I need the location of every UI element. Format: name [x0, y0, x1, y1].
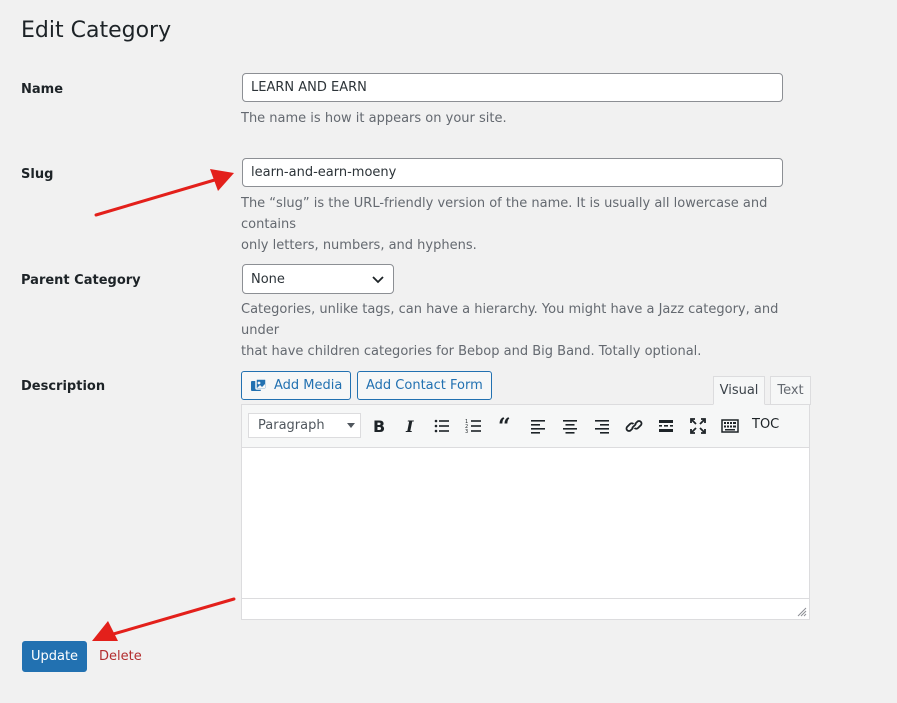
add-media-label: Add Media: [274, 378, 343, 393]
name-help-text: The name is how it appears on your site.: [241, 111, 507, 126]
tab-visual[interactable]: Visual: [713, 376, 765, 405]
annotation-arrow-update: [92, 597, 236, 641]
parent-category-label: Parent Category: [21, 273, 141, 288]
read-more-icon[interactable]: [655, 415, 677, 437]
slug-help-line-1: The “slug” is the URL-friendly version o…: [241, 196, 768, 232]
slug-help-line-2: only letters, numbers, and hyphens.: [241, 238, 477, 253]
svg-text:I: I: [405, 417, 414, 435]
slug-input[interactable]: [242, 158, 783, 187]
resize-handle-icon[interactable]: [797, 607, 807, 617]
slug-label: Slug: [21, 167, 54, 182]
add-media-button[interactable]: Add Media: [241, 371, 352, 400]
name-label: Name: [21, 82, 64, 97]
align-left-icon[interactable]: [527, 415, 549, 437]
name-input[interactable]: [242, 73, 783, 102]
parent-category-select[interactable]: None: [242, 264, 394, 294]
svg-text:3: 3: [465, 429, 468, 435]
add-contact-form-button[interactable]: Add Contact Form: [357, 371, 492, 400]
italic-icon[interactable]: I: [399, 415, 421, 437]
format-select-value: Paragraph: [258, 418, 325, 433]
chevron-down-icon: [372, 276, 384, 284]
align-right-icon[interactable]: [591, 415, 613, 437]
align-center-icon[interactable]: [559, 415, 581, 437]
bullet-list-icon[interactable]: [431, 415, 453, 437]
toolbar-toggle-icon[interactable]: [719, 415, 741, 437]
parent-help-line-1: Categories, unlike tags, can have a hier…: [241, 302, 779, 338]
update-button[interactable]: Update: [22, 641, 87, 672]
editor-toolbar: Paragraph B I 1 2 3 “ TOC: [242, 405, 809, 448]
svg-text:B: B: [373, 417, 385, 435]
numbered-list-icon[interactable]: 1 2 3: [463, 415, 485, 437]
add-contact-form-label: Add Contact Form: [366, 378, 483, 393]
tab-text[interactable]: Text: [770, 376, 811, 405]
description-editor: Paragraph B I 1 2 3 “ TOC: [241, 404, 810, 620]
parent-help-text: Categories, unlike tags, can have a hier…: [241, 299, 801, 362]
format-select[interactable]: Paragraph: [248, 413, 361, 438]
parent-help-line-2: that have children categories for Bebop …: [241, 344, 702, 359]
caret-down-icon: [347, 423, 355, 428]
fullscreen-icon[interactable]: [687, 415, 709, 437]
description-textarea[interactable]: [242, 448, 809, 600]
slug-help-text: The “slug” is the URL-friendly version o…: [241, 193, 801, 256]
page-title: Edit Category: [21, 18, 172, 43]
delete-link[interactable]: Delete: [99, 649, 142, 664]
blockquote-icon[interactable]: “: [495, 415, 517, 437]
description-label: Description: [21, 379, 106, 394]
editor-statusbar: [242, 598, 809, 619]
parent-category-value: None: [251, 271, 285, 287]
annotation-arrow-slug: [94, 169, 234, 217]
bold-icon[interactable]: B: [367, 415, 389, 437]
toc-button[interactable]: TOC: [752, 417, 779, 432]
media-icon: [251, 377, 267, 391]
link-icon[interactable]: [623, 415, 645, 437]
svg-text:“: “: [498, 417, 511, 435]
